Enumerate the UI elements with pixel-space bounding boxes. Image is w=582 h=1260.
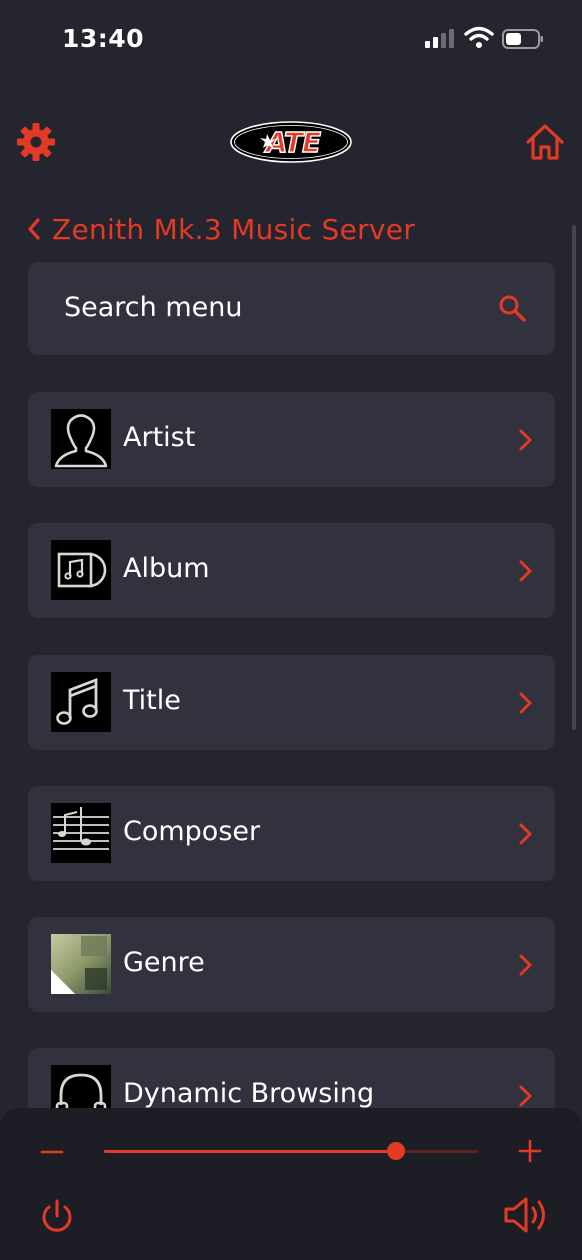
menu-item-label: Album [123,553,210,584]
menu-item-title[interactable]: Title [28,655,555,750]
chevron-right-icon [519,560,532,582]
volume-slider-thumb[interactable] [386,1142,405,1160]
search-icon[interactable] [497,293,527,323]
breadcrumb-title: Zenith Mk.3 Music Server [52,212,416,246]
album-icon [51,540,111,600]
chevron-right-icon [519,823,532,845]
minus-icon[interactable] [40,1142,64,1162]
menu-item-album[interactable]: Album [28,523,555,618]
chevron-right-icon [519,429,532,451]
top-bar: ATE [0,110,582,174]
scrollbar[interactable] [572,225,576,730]
chevron-right-icon [519,954,532,976]
cellular-signal-icon [425,29,454,48]
music-note-icon [51,672,111,732]
chevron-right-icon [519,1085,532,1107]
search-input[interactable]: Search menu [28,262,555,355]
menu-item-label: Composer [123,816,261,847]
status-time: 13:40 [62,24,145,53]
menu-item-genre[interactable]: Genre [28,917,555,1012]
plus-icon[interactable] [517,1138,543,1164]
artist-icon [51,409,111,469]
home-icon[interactable] [524,122,566,162]
battery-icon [502,29,543,49]
wifi-icon [464,26,494,48]
genre-cover-art [51,934,111,994]
logo-text: ATE [264,126,321,159]
menu-item-label: Dynamic Browsing [123,1078,375,1109]
composer-icon [51,803,111,863]
chevron-left-icon [28,218,40,240]
menu-item-composer[interactable]: Composer [28,786,555,881]
search-placeholder: Search menu [64,292,243,323]
speaker-icon[interactable] [502,1194,550,1236]
menu-item-label: Genre [123,947,205,978]
power-icon[interactable] [38,1198,76,1236]
gear-icon[interactable] [16,122,56,162]
back-button[interactable]: Zenith Mk.3 Music Server [24,208,415,250]
status-bar: 13:40 [0,0,582,80]
menu-item-label: Artist [123,422,196,453]
volume-slider[interactable] [104,1142,478,1160]
chevron-right-icon [519,692,532,714]
ate-logo: ATE [230,121,352,163]
menu-item-label: Title [123,685,181,716]
volume-slider-fill [104,1150,396,1153]
menu-item-artist[interactable]: Artist [28,392,555,487]
playback-control-panel [0,1108,582,1260]
